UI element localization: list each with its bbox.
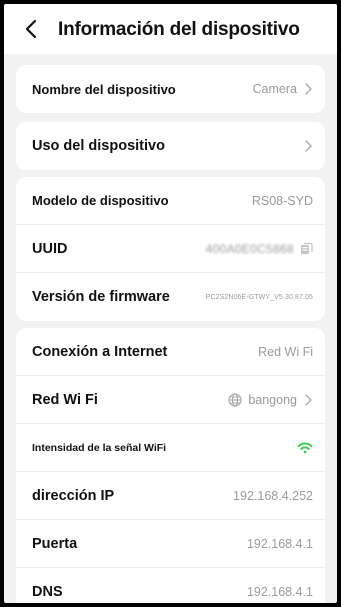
model-row: Modelo de dispositivo RS08-SYD xyxy=(16,177,325,225)
ip-row: dirección IP 192.168.4.252 xyxy=(16,472,325,520)
dns-value: 192.168.4.1 xyxy=(246,585,313,599)
firmware-value: PC2S2N06E-GTWY_V5.30.87.05 xyxy=(205,293,313,301)
device-name-label: Nombre del dispositivo xyxy=(32,81,176,97)
screen: Información del dispositivo Nombre del d… xyxy=(4,4,337,603)
device-name-value: Camera xyxy=(252,82,297,96)
internet-row: Conexión a Internet Red Wi Fi xyxy=(16,328,325,376)
wifi-label: Red Wi Fi xyxy=(32,391,98,408)
page-title: Información del dispositivo xyxy=(58,19,300,40)
wifi-row[interactable]: Red Wi Fi bangong xyxy=(16,376,325,424)
model-value: RS08-SYD xyxy=(251,193,313,208)
uuid-row: UUID 400A0E0C5868 xyxy=(16,225,325,273)
signal-label: Intensidad de la señal WiFi xyxy=(32,441,167,454)
copy-icon[interactable] xyxy=(300,242,313,255)
internet-label: Conexión a Internet xyxy=(32,343,168,360)
device-name-card: Nombre del dispositivo Camera xyxy=(16,65,325,113)
ip-label: dirección IP xyxy=(32,487,115,504)
gateway-label: Puerta xyxy=(32,535,78,552)
header: Información del dispositivo xyxy=(4,4,337,54)
device-name-row[interactable]: Nombre del dispositivo Camera xyxy=(16,65,325,113)
chevron-left-icon xyxy=(25,19,37,39)
dns-label: DNS xyxy=(32,584,63,600)
uuid-label: UUID xyxy=(32,240,68,257)
gateway-value: 192.168.4.1 xyxy=(246,536,313,551)
network-card: Conexión a Internet Red Wi Fi Red Wi Fi … xyxy=(16,328,325,603)
model-label: Modelo de dispositivo xyxy=(32,193,169,208)
wifi-signal-icon xyxy=(297,442,313,453)
wifi-value: bangong xyxy=(248,392,297,407)
uuid-value: 400A0E0C5868 xyxy=(205,241,294,256)
signal-row: Intensidad de la señal WiFi xyxy=(16,424,325,472)
chevron-right-icon xyxy=(305,393,312,406)
gateway-row: Puerta 192.168.4.1 xyxy=(16,520,325,568)
back-button[interactable] xyxy=(20,17,42,41)
globe-icon xyxy=(228,393,242,406)
chevron-right-icon xyxy=(305,140,312,152)
device-use-row[interactable]: Uso del dispositivo xyxy=(16,122,325,170)
dns-row: DNS 192.168.4.1 xyxy=(16,568,325,603)
device-use-label: Uso del dispositivo xyxy=(32,138,165,154)
ip-value: 192.168.4.252 xyxy=(233,488,313,503)
firmware-label: Versión de firmware xyxy=(32,289,170,305)
internet-value: Red Wi Fi xyxy=(258,344,313,359)
device-use-card: Uso del dispositivo xyxy=(16,122,325,170)
chevron-right-icon xyxy=(305,83,312,95)
device-info-card: Modelo de dispositivo RS08-SYD UUID 400A… xyxy=(16,177,325,321)
firmware-row: Versión de firmware PC2S2N06E-GTWY_V5.30… xyxy=(16,273,325,321)
